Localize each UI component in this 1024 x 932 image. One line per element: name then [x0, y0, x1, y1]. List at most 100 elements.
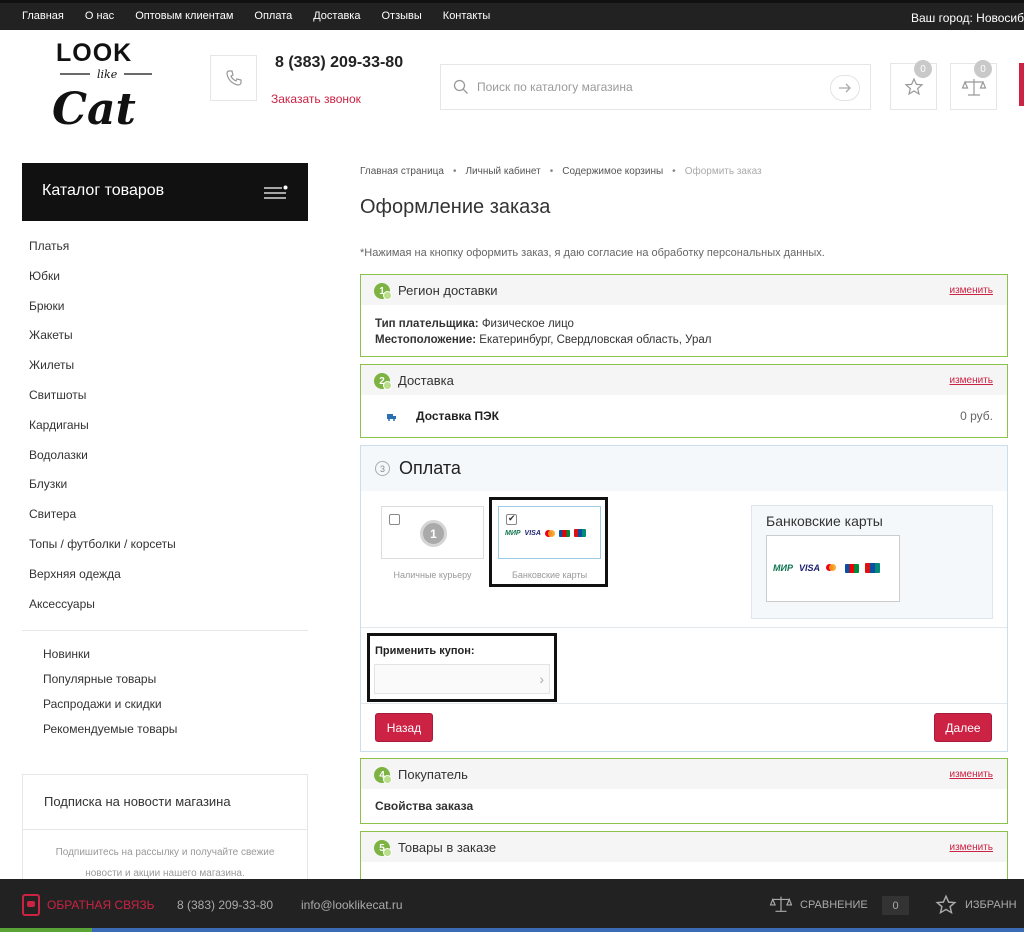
step-buyer-edit-link[interactable]: изменить — [949, 769, 993, 780]
visa-logo-icon: VISA — [798, 563, 820, 573]
delivery-method: Доставка ПЭК — [416, 409, 499, 423]
step-buyer: 4 Покупатель изменить Свойства заказа — [360, 758, 1008, 824]
footer-compare-count: 0 — [882, 896, 909, 915]
category-item-blouses[interactable]: Блузки — [22, 470, 308, 500]
mir-logo-icon: МИР — [773, 563, 793, 573]
subscribe-panel: Подписка на новости магазина Подпишитесь… — [22, 774, 308, 884]
logo[interactable]: LOOK like Cat — [48, 38, 170, 136]
category-item-skirts[interactable]: Юбки — [22, 262, 308, 292]
breadcrumb: Главная страница • Личный кабинет • Содержим… — [360, 166, 762, 177]
cart-button-edge[interactable] — [1019, 63, 1024, 106]
step-region-edit-link[interactable]: изменить — [949, 285, 993, 296]
next-button[interactable]: Далее — [934, 713, 992, 742]
link-new[interactable]: Новинки — [43, 644, 177, 669]
selected-payment-logos-box: МИР VISA — [766, 535, 900, 602]
link-recommended[interactable]: Рекомендуемые товары — [43, 719, 177, 744]
category-item-outerwear[interactable]: Верхняя одежда — [22, 560, 308, 590]
favorites-count-badge: 0 — [914, 60, 932, 78]
extra-links: Новинки Популярные товары Распродажи и с… — [43, 644, 177, 744]
category-item-turtlenecks[interactable]: Водолазки — [22, 441, 308, 471]
page-title: Оформление заказа — [360, 196, 551, 218]
feedback-icon[interactable] — [22, 894, 40, 916]
category-item-dresses[interactable]: Платья — [22, 232, 308, 262]
breadcrumb-account[interactable]: Личный кабинет — [465, 166, 540, 177]
sidebar-divider — [22, 630, 308, 631]
link-popular[interactable]: Популярные товары — [43, 669, 177, 694]
arrow-right-icon — [839, 83, 851, 93]
category-item-tops[interactable]: Топы / футболки / корсеты — [22, 530, 308, 560]
search-submit-button[interactable] — [830, 75, 860, 101]
search-box — [440, 64, 871, 110]
catalog-header[interactable]: Каталог товаров — [22, 163, 308, 221]
footer-email[interactable]: info@looklikecat.ru — [301, 898, 403, 912]
coin-icon: 1 — [420, 520, 447, 547]
top-nav-about[interactable]: О нас — [85, 10, 114, 22]
menu-icon — [264, 185, 288, 199]
truck-icon — [387, 414, 396, 421]
step-payment-header: 3 Оплата — [361, 446, 1007, 491]
breadcrumb-cart[interactable]: Содержимое корзины — [562, 166, 663, 177]
step-items-edit-link[interactable]: изменить — [949, 842, 993, 853]
step-region-number: 1 — [374, 283, 392, 300]
favorites-button[interactable]: 0 — [890, 60, 937, 110]
compare-count-badge: 0 — [974, 60, 992, 78]
unionpay-logo-icon — [865, 563, 880, 573]
footer-compare-link[interactable]: СРАВНЕНИЕ — [800, 899, 868, 911]
category-item-jackets[interactable]: Жакеты — [22, 321, 308, 351]
top-nav-reviews[interactable]: Отзывы — [381, 10, 421, 22]
payment-divider — [361, 627, 1007, 628]
header-phone[interactable]: 8 (383) 209-33-80 — [275, 54, 403, 72]
top-nav-wholesale[interactable]: Оптовым клиентам — [135, 10, 233, 22]
category-item-cardigans[interactable]: Кардиганы — [22, 411, 308, 441]
step-delivery: 2 Доставка изменить Доставка ПЭК 0 руб. — [360, 364, 1008, 438]
subscribe-text: Подпишитесь на рассылку и получайте свеж… — [55, 847, 275, 879]
footer-favorites-link[interactable]: ИЗБРАНН — [965, 899, 1017, 911]
step-items-number: 5 — [374, 840, 392, 857]
callback-link[interactable]: Заказать звонок — [271, 92, 361, 106]
category-item-vests[interactable]: Жилеты — [22, 351, 308, 381]
payment-cash-checkbox[interactable] — [389, 514, 400, 525]
top-nav-home[interactable]: Главная — [22, 10, 64, 22]
step-delivery-body: Доставка ПЭК 0 руб. — [361, 395, 1007, 437]
breadcrumb-home[interactable]: Главная страница — [360, 166, 444, 177]
category-item-trousers[interactable]: Брюки — [22, 292, 308, 322]
footer-phone[interactable]: 8 (383) 209-33-80 — [177, 898, 273, 912]
step-region: 1 Регион доставки изменить Тип плательщи… — [360, 274, 1008, 357]
payment-option-cash[interactable]: 1 — [381, 506, 484, 559]
city-selector[interactable]: Ваш город: Новосиб — [911, 11, 1024, 25]
top-nav-delivery[interactable]: Доставка — [313, 10, 360, 22]
location-value: Екатеринбург, Свердловская область, Урал — [479, 334, 712, 346]
footer-progress-strip — [0, 928, 1024, 932]
phone-icon-box[interactable] — [210, 55, 257, 101]
top-nav-payment[interactable]: Оплата — [254, 10, 292, 22]
category-item-sweaters[interactable]: Свитера — [22, 500, 308, 530]
search-input[interactable] — [477, 75, 817, 99]
step-delivery-title: Доставка — [398, 373, 454, 388]
category-item-accessories[interactable]: Аксессуары — [22, 590, 308, 620]
star-icon[interactable] — [935, 894, 957, 916]
mastercard-logo-icon — [826, 563, 839, 573]
highlight-box-coupon — [367, 633, 557, 702]
step-items-title: Товары в заказе — [398, 840, 497, 855]
link-sales[interactable]: Распродажи и скидки — [43, 694, 177, 719]
payment-cash-label: Наличные курьеру — [393, 570, 472, 580]
category-item-sweatshirts[interactable]: Свитшоты — [22, 381, 308, 411]
svg-text:Cat: Cat — [52, 84, 136, 135]
step-delivery-edit-link[interactable]: изменить — [949, 375, 993, 386]
search-icon — [453, 79, 468, 94]
catalog-title: Каталог товаров — [42, 182, 165, 199]
scales-icon[interactable] — [770, 894, 792, 914]
step-delivery-header: 2 Доставка изменить — [361, 365, 1007, 395]
payment-buttons-divider — [361, 703, 1007, 704]
logo-image: LOOK like Cat — [52, 39, 152, 135]
compare-button[interactable]: 0 — [950, 60, 997, 110]
back-button[interactable]: Назад — [375, 713, 433, 742]
top-bar: Главная О нас Оптовым клиентам Оплата До… — [0, 0, 1024, 30]
step-delivery-number: 2 — [374, 373, 392, 390]
top-nav-contacts[interactable]: Контакты — [443, 10, 491, 22]
step-items-header: 5 Товары в заказе изменить — [361, 832, 1007, 862]
location-label: Местоположение: — [375, 334, 477, 346]
scales-icon — [961, 78, 986, 96]
footer-feedback-link[interactable]: ОБРАТНАЯ СВЯЗЬ — [47, 898, 155, 912]
top-nav: Главная О нас Оптовым клиентам Оплата До… — [22, 10, 511, 22]
